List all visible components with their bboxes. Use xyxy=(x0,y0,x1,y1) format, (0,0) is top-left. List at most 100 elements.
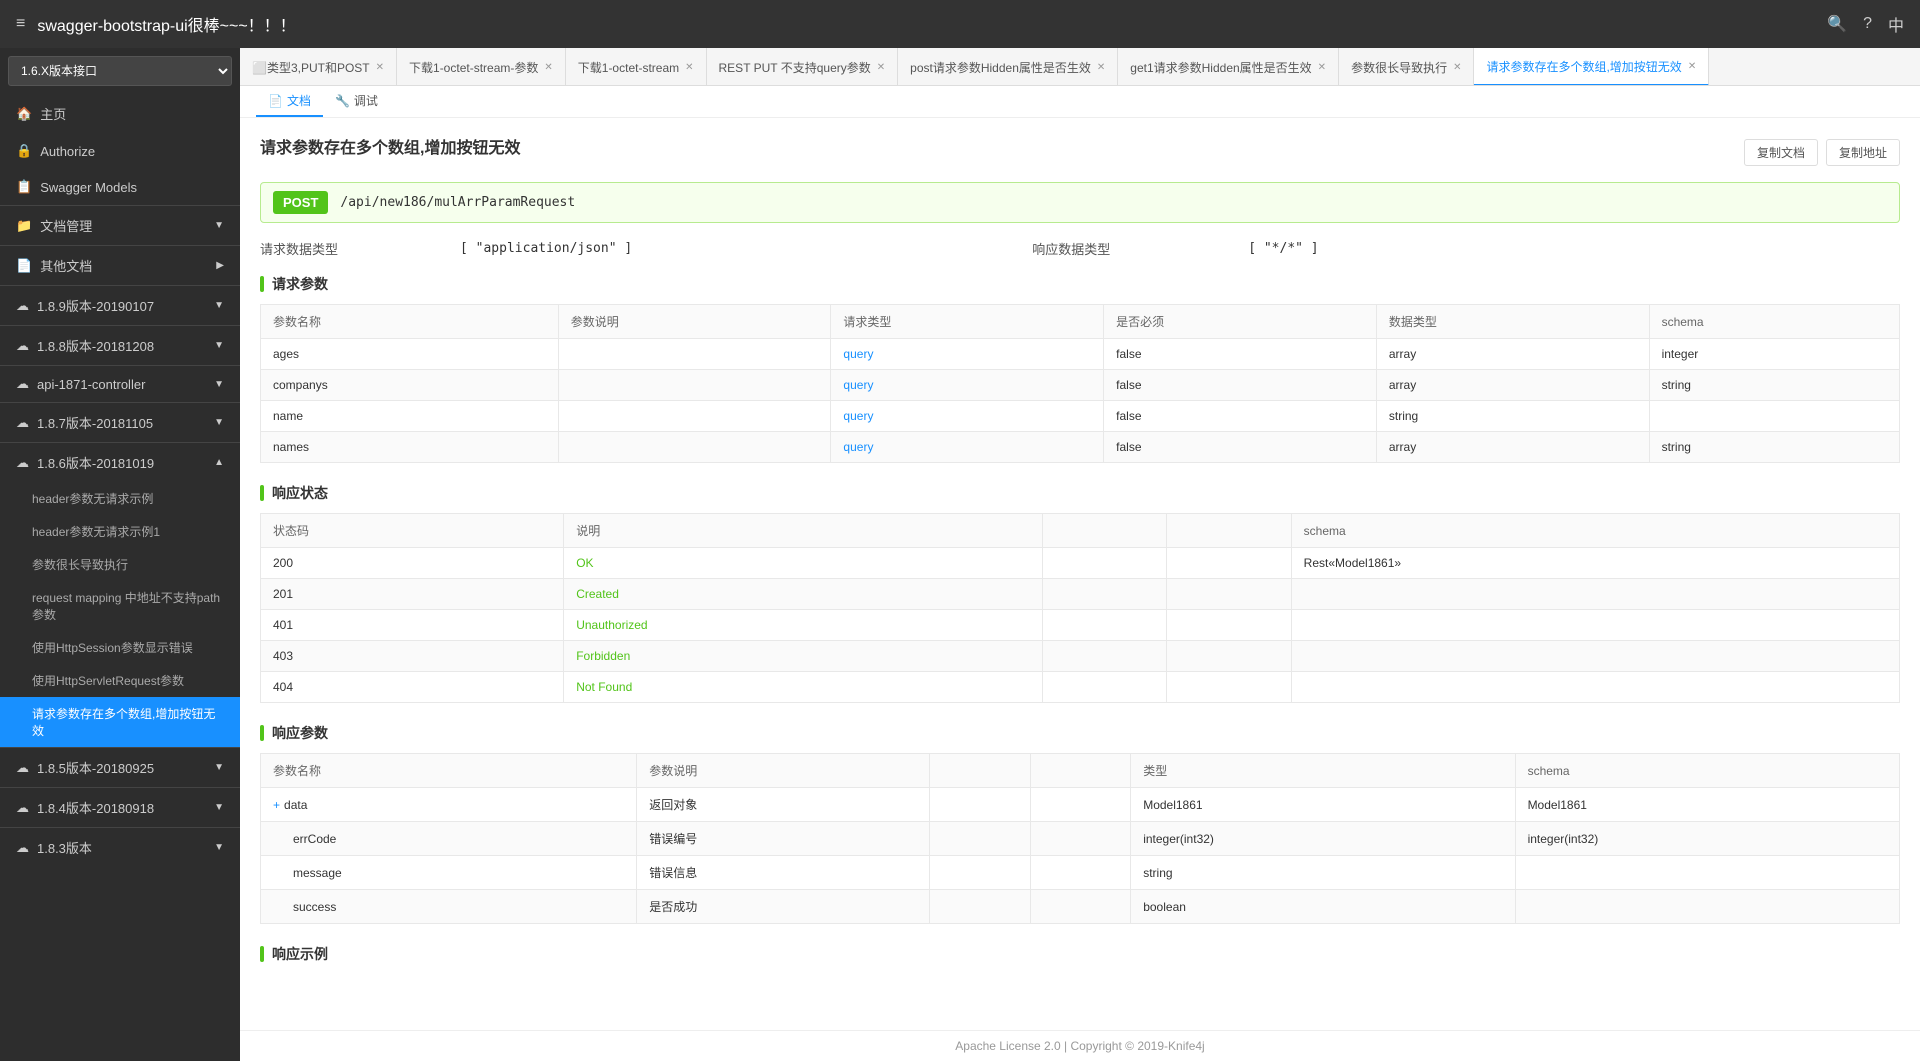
col-resp-empty2 xyxy=(1030,754,1130,788)
doc-panel: 请求参数存在多个数组,增加按钮无效 复制文档 复制地址 POST /api/ne… xyxy=(240,118,1920,1030)
tab-1[interactable]: ⬜类型3,PUT和POST ✕ xyxy=(240,48,397,86)
sidebar-docmanage-label: 文档管理 xyxy=(40,216,92,235)
tab-2-close[interactable]: ✕ xyxy=(544,62,552,73)
tab-6-label: get1请求参数Hidden属性是否生效 xyxy=(1130,59,1311,76)
sidebar-v186-header[interactable]: ☁ 1.8.6版本-20181019 ▲ xyxy=(0,443,240,482)
tab-5-close[interactable]: ✕ xyxy=(1097,62,1105,73)
tab-5[interactable]: post请求参数Hidden属性是否生效 ✕ xyxy=(898,48,1118,86)
col-resp-desc: 参数说明 xyxy=(637,754,930,788)
sidebar-v184-header[interactable]: ☁ 1.8.4版本-20180918 ▼ xyxy=(0,788,240,827)
tab-2[interactable]: 下载1-octet-stream-参数 ✕ xyxy=(397,48,566,86)
sidebar-sub-longparam[interactable]: 参数很长导致执行 xyxy=(0,548,240,581)
tab-2-label: 下载1-octet-stream-参数 xyxy=(409,59,538,76)
footer-text: Apache License 2.0 | Copyright © 2019-Kn… xyxy=(955,1039,1204,1053)
col-status-desc: 说明 xyxy=(564,514,1043,548)
tab-7[interactable]: 参数很长导致执行 ✕ xyxy=(1339,48,1474,86)
tab-3-close[interactable]: ✕ xyxy=(685,62,693,73)
tab-7-close[interactable]: ✕ xyxy=(1453,62,1461,73)
section-bar-resp xyxy=(260,725,264,741)
sidebar-sub-header1[interactable]: header参数无请求示例 xyxy=(0,482,240,515)
doc-action-buttons: 复制文档 复制地址 xyxy=(1744,139,1900,166)
cloud-icon: ☁ xyxy=(16,298,29,314)
view-tabs: 📄 文档 🔧 调试 xyxy=(240,86,1920,118)
sidebar-v187-header[interactable]: ☁ 1.8.7版本-20181105 ▼ xyxy=(0,403,240,442)
chevron-up-icon: ▲ xyxy=(214,457,224,468)
status-header-row: 状态码 说明 schema xyxy=(261,514,1900,548)
response-status-label: 响应状态 xyxy=(272,483,328,503)
tab-4-close[interactable]: ✕ xyxy=(877,62,885,73)
request-params-title: 请求参数 xyxy=(260,274,1900,294)
tab-4[interactable]: REST PUT 不支持query参数 ✕ xyxy=(707,48,899,86)
lock-icon: 🔒 xyxy=(16,143,32,159)
sidebar-v189-label: 1.8.9版本-20190107 xyxy=(37,296,154,315)
col-resp-type: 类型 xyxy=(1131,754,1515,788)
tab-3[interactable]: 下载1-octet-stream ✕ xyxy=(566,48,707,86)
response-status-section: 响应状态 状态码 说明 schema xyxy=(260,483,1900,703)
sidebar-otherdocs-header[interactable]: 📄 其他文档 ▶ xyxy=(0,246,240,285)
tab-1-close[interactable]: ✕ xyxy=(376,62,384,73)
chevron-down-icon: ▼ xyxy=(214,762,224,773)
folder-icon: 📁 xyxy=(16,218,32,234)
sidebar-section-v183: ☁ 1.8.3版本 ▼ xyxy=(0,827,240,867)
doc-title-row: 请求参数存在多个数组,增加按钮无效 复制文档 复制地址 xyxy=(260,134,1900,170)
sidebar-sub-multiarr[interactable]: 请求参数存在多个数组,增加按钮无效 xyxy=(0,697,240,747)
version-select[interactable]: 1.6.X版本接口1.5.X版本接口 xyxy=(8,56,232,86)
data-type-row: 请求数据类型 [ "application/json" ] 响应数据类型 [ "… xyxy=(260,239,1900,258)
sidebar-v185-label: 1.8.5版本-20180925 xyxy=(37,758,154,777)
sidebar-api1871-header[interactable]: ☁ api-1871-controller ▼ xyxy=(0,366,240,402)
section-bar xyxy=(260,276,264,292)
request-params-section: 请求参数 参数名称 参数说明 请求类型 是否必须 数据类型 schema xyxy=(260,274,1900,463)
tab-8[interactable]: 请求参数存在多个数组,增加按钮无效 ✕ xyxy=(1474,48,1709,86)
tab-debug[interactable]: 🔧 调试 xyxy=(323,86,390,117)
debug-tab-label: 调试 xyxy=(354,92,378,109)
chevron-down-icon: ▼ xyxy=(214,340,224,351)
footer: Apache License 2.0 | Copyright © 2019-Kn… xyxy=(240,1030,1920,1061)
tab-8-close[interactable]: ✕ xyxy=(1688,61,1696,72)
tab-doc[interactable]: 📄 文档 xyxy=(256,86,323,117)
table-row: 403 Forbidden xyxy=(261,641,1900,672)
menu-icon[interactable]: ≡ xyxy=(16,15,25,33)
table-row: name query false string xyxy=(261,401,1900,432)
method-url: /api/new186/mulArrParamRequest xyxy=(340,195,575,210)
doc-tab-icon: 📄 xyxy=(268,94,283,108)
tab-6[interactable]: get1请求参数Hidden属性是否生效 ✕ xyxy=(1118,48,1339,86)
sidebar-v184-label: 1.8.4版本-20180918 xyxy=(37,798,154,817)
table-row: 404 Not Found xyxy=(261,672,1900,703)
response-example-section: 响应示例 xyxy=(260,944,1900,964)
sidebar-sub-httpsession[interactable]: 使用HttpSession参数显示错误 xyxy=(0,631,240,664)
lang-icon[interactable]: 中 xyxy=(1888,12,1904,36)
col-param-schema: schema xyxy=(1649,305,1899,339)
chevron-down-icon: ▼ xyxy=(214,417,224,428)
sidebar-section-v188: ☁ 1.8.8版本-20181208 ▼ xyxy=(0,325,240,365)
sidebar-v189-header[interactable]: ☁ 1.8.9版本-20190107 ▼ xyxy=(0,286,240,325)
doc-title: 请求参数存在多个数组,增加按钮无效 xyxy=(260,134,520,158)
sidebar-v188-header[interactable]: ☁ 1.8.8版本-20181208 ▼ xyxy=(0,326,240,365)
sidebar-docmanage-header[interactable]: 📁 文档管理 ▼ xyxy=(0,206,240,245)
table-row: 401 Unauthorized xyxy=(261,610,1900,641)
doc-tab-label: 文档 xyxy=(287,92,311,109)
request-data-type-label: 请求数据类型 xyxy=(260,239,460,258)
sidebar-section-v184: ☁ 1.8.4版本-20180918 ▼ xyxy=(0,787,240,827)
chevron-down-icon: ▼ xyxy=(214,220,224,231)
tab-6-close[interactable]: ✕ xyxy=(1318,62,1326,73)
col-status-empty2 xyxy=(1167,514,1291,548)
chevron-right-icon: ▶ xyxy=(216,260,224,271)
request-data-type-value: [ "application/json" ] xyxy=(460,241,632,256)
sidebar-section-v185: ☁ 1.8.5版本-20180925 ▼ xyxy=(0,747,240,787)
expand-icon[interactable]: + xyxy=(273,798,280,812)
copy-addr-button[interactable]: 复制地址 xyxy=(1826,139,1900,166)
sidebar-sub-httpservlet[interactable]: 使用HttpServletRequest参数 xyxy=(0,664,240,697)
col-param-datatype: 数据类型 xyxy=(1376,305,1649,339)
sidebar-item-swagger-models[interactable]: 📋 Swagger Models xyxy=(0,169,240,205)
sidebar-sub-requestmapping[interactable]: request mapping 中地址不支持path参数 xyxy=(0,581,240,631)
sidebar-item-authorize[interactable]: 🔒 Authorize xyxy=(0,133,240,169)
sidebar-v185-header[interactable]: ☁ 1.8.5版本-20180925 ▼ xyxy=(0,748,240,787)
response-params-title: 响应参数 xyxy=(260,723,1900,743)
sidebar-v183-header[interactable]: ☁ 1.8.3版本 ▼ xyxy=(0,828,240,867)
search-icon[interactable]: 🔍 xyxy=(1827,14,1847,34)
sidebar-item-home[interactable]: 🏠 主页 xyxy=(0,94,240,133)
copy-doc-button[interactable]: 复制文档 xyxy=(1744,139,1818,166)
help-icon[interactable]: ? xyxy=(1863,15,1872,33)
app-title: swagger-bootstrap-ui很棒~~~！！！ xyxy=(37,12,1815,36)
sidebar-sub-header2[interactable]: header参数无请求示例1 xyxy=(0,515,240,548)
